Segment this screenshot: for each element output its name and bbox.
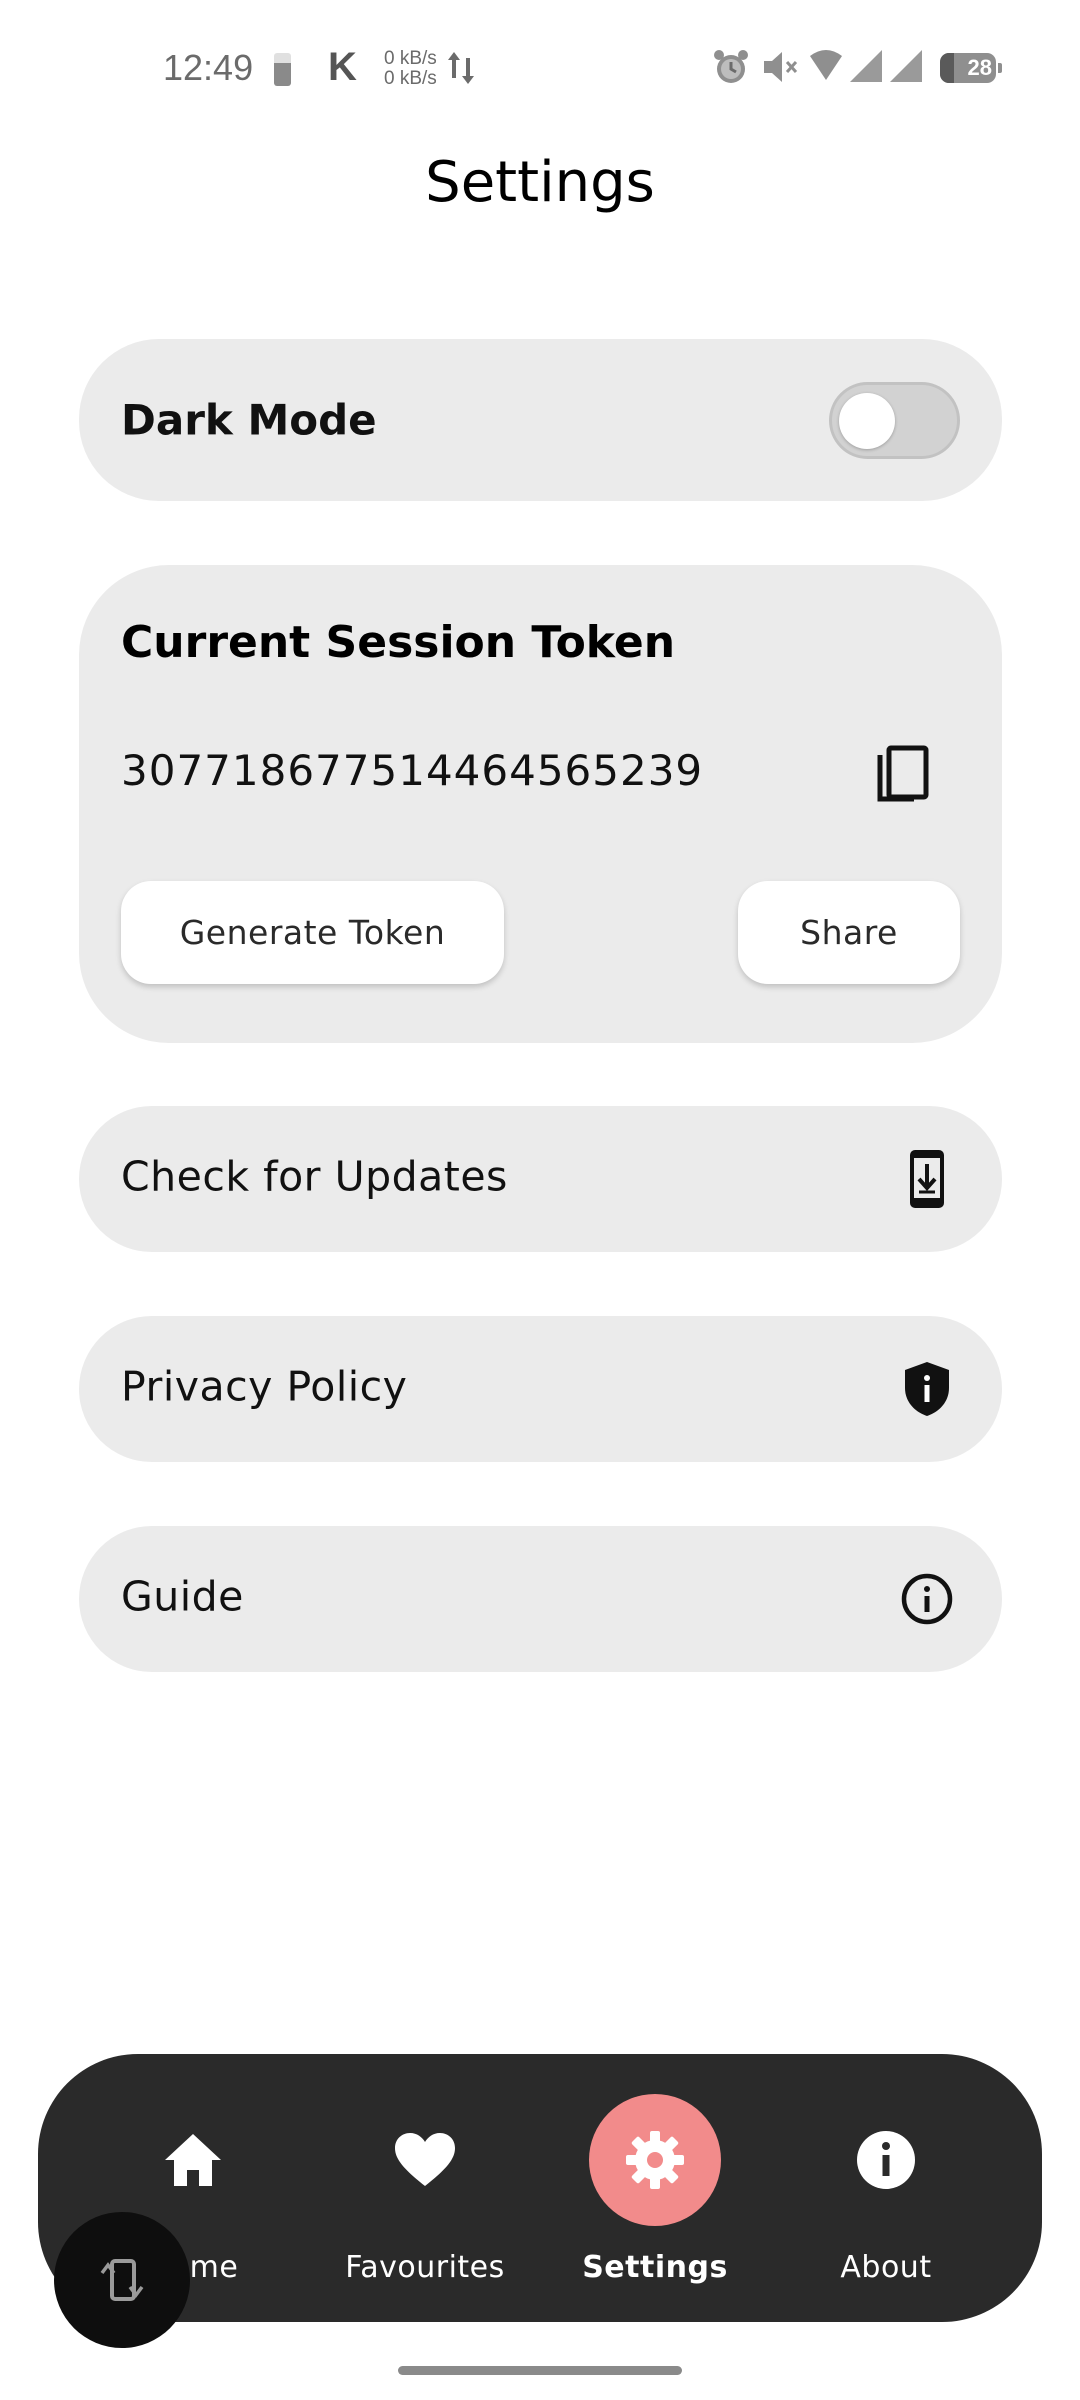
battery-icon: 28 [940, 53, 1002, 83]
guide-label: Guide [121, 1572, 244, 1621]
nav-settings[interactable]: Settings [555, 2054, 755, 2322]
screen-rotate-icon [100, 2259, 144, 2301]
alarm-icon [714, 50, 748, 83]
nav-about-label: About [840, 2250, 932, 2285]
info-circle-icon [901, 1573, 953, 1625]
copy-icon[interactable] [874, 745, 930, 807]
app-k-icon: K [328, 45, 357, 89]
check-updates-row[interactable]: Check for Updates [79, 1106, 1002, 1252]
shield-info-icon [905, 1362, 949, 1416]
check-updates-label: Check for Updates [121, 1152, 508, 1201]
home-icon [165, 2134, 221, 2186]
page-title: Settings [425, 150, 655, 215]
net-down: 0 kB/s [384, 68, 437, 89]
data-transfer-icon [448, 52, 474, 84]
session-token-title: Current Session Token [121, 617, 676, 668]
privacy-policy-row[interactable]: Privacy Policy [79, 1316, 1002, 1462]
generate-token-button[interactable]: Generate Token [121, 881, 504, 984]
status-time: 12:49 [163, 47, 254, 88]
network-speed: 0 kB/s 0 kB/s [384, 49, 437, 89]
status-bar: 12:49 K 0 kB/s 0 kB/s 28 [0, 0, 1080, 140]
nav-home-icon-wrap [127, 2094, 259, 2226]
mute-icon [764, 52, 798, 82]
nav-settings-icon-wrap [589, 2094, 721, 2226]
info-icon [857, 2131, 915, 2189]
nav-about-icon-wrap [820, 2094, 952, 2226]
dark-mode-toggle[interactable] [829, 382, 960, 459]
nav-settings-label: Settings [582, 2250, 728, 2285]
gear-icon [626, 2131, 684, 2189]
heart-icon [395, 2133, 455, 2186]
session-token-value: 307718677514464565239 [121, 746, 704, 795]
signal-icon [850, 50, 882, 82]
nav-about[interactable]: About [786, 2054, 986, 2322]
nav-favourites-icon-wrap [359, 2094, 491, 2226]
signal-icon-2 [890, 50, 922, 82]
session-token-card: Current Session Token 307718677514464565… [79, 565, 1002, 1043]
phone-download-icon [910, 1150, 944, 1208]
rotate-screen-button[interactable] [54, 2212, 190, 2348]
nav-favourites-label: Favourites [345, 2250, 505, 2285]
battery-small-icon [274, 53, 291, 86]
privacy-policy-label: Privacy Policy [121, 1362, 408, 1411]
home-indicator[interactable] [398, 2366, 682, 2375]
wifi-icon [810, 50, 842, 80]
share-button[interactable]: Share [738, 881, 960, 984]
net-up: 0 kB/s [384, 48, 437, 69]
guide-row[interactable]: Guide [79, 1526, 1002, 1672]
toggle-knob [839, 393, 895, 449]
dark-mode-label: Dark Mode [121, 395, 377, 445]
dark-mode-card: Dark Mode [79, 339, 1002, 501]
nav-favourites[interactable]: Favourites [325, 2054, 525, 2322]
